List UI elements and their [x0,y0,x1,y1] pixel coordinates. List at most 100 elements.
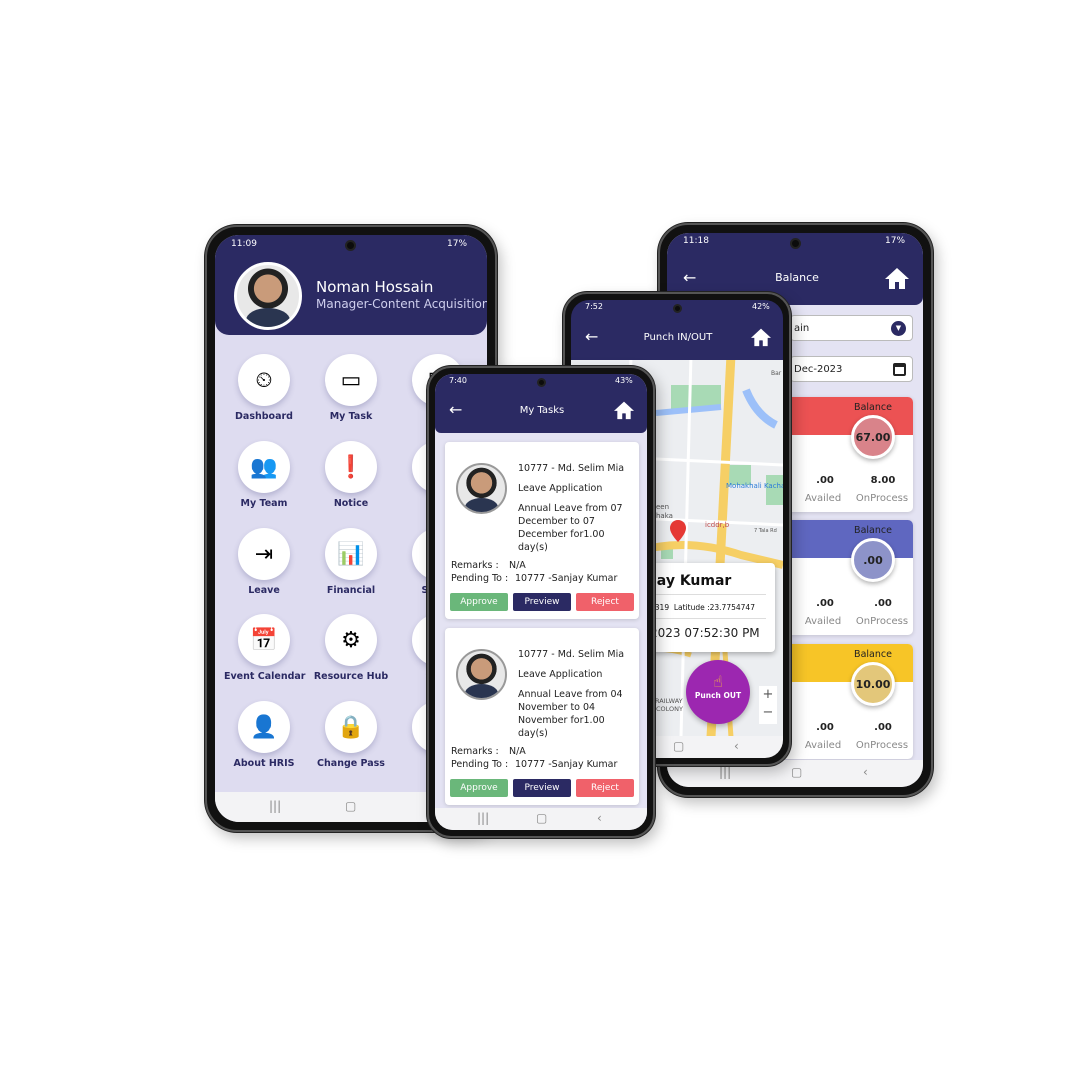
page-title: My Tasks [519,405,565,416]
coordinates: 4319 Latitude :23.7754747 [650,603,755,612]
task-card: 10777 - Md. Selim Mia Leave Application … [445,628,639,805]
onprocess-value: 8.00 [870,475,896,486]
remarks-label: Remarks : [451,560,499,571]
user-title: Manager-Content Acquisition [316,297,490,311]
location-info-card: jay Kumar 4319 Latitude :23.7754747 2023… [640,563,775,652]
team-icon: 👥 [238,441,290,493]
about-person-icon: 👤 [238,701,290,753]
avatar[interactable] [234,262,302,330]
recent-apps-icon[interactable]: ||| [477,811,489,825]
remarks-value: N/A [509,746,526,757]
employee-select[interactable]: ain ▼ [790,315,913,341]
home-icon[interactable] [613,400,635,420]
onprocess-label: OnProcess [855,493,909,504]
reject-button[interactable]: Reject [576,779,634,797]
calendar-icon [893,363,906,376]
home-nav-icon[interactable]: ▢ [536,811,547,825]
leave-exit-icon: ⇥ [238,528,290,580]
padlock-key-icon: 🔒 [325,701,377,753]
date-field[interactable]: Dec-2023 [790,356,913,382]
grid-item-event-calendar[interactable]: 📅 Event Calendar [224,614,306,682]
task-tablet-icon: ▭ [325,354,377,406]
back-nav-icon[interactable]: ‹ [597,811,602,825]
grid-item-label: Change Pass [317,758,385,769]
back-arrow-icon[interactable]: ← [585,329,598,345]
hand-tap-icon: ☝ [713,672,723,691]
balance-label: Balance [854,525,892,536]
financial-icon: 📊 [325,528,377,580]
availed-value: .00 [816,598,834,609]
map-label: Bar [771,370,782,377]
availed-label: Availed [804,740,842,751]
availed-value: .00 [816,475,834,486]
grid-item-my-task[interactable]: ▭ My Task [311,354,391,422]
approve-button[interactable]: Approve [450,593,508,611]
status-time: 7:52 [585,302,603,311]
approve-button[interactable]: Approve [450,779,508,797]
home-nav-icon[interactable]: ▢ [345,799,356,813]
page-title: Balance [775,271,819,284]
grid-item-label: My Task [329,411,373,422]
grid-item-change-pass[interactable]: 🔒 Change Pass [311,701,391,769]
grid-item-label: Notice [333,498,369,509]
home-icon[interactable] [884,266,910,290]
preview-button[interactable]: Preview [513,779,571,797]
map-label: 7 Tala Rd [754,528,777,534]
balance-value: .00 [851,538,895,582]
chevron-down-icon: ▼ [891,321,906,336]
dashboard-gauge-icon: ⏲ [238,354,290,406]
back-nav-icon[interactable]: ‹ [863,765,868,779]
battery-level: 42% [752,302,770,311]
grid-item-dashboard[interactable]: ⏲ Dashboard [224,354,304,422]
home-nav-icon[interactable]: ▢ [791,765,802,779]
remarks-value: N/A [509,560,526,571]
back-arrow-icon[interactable]: ← [449,402,462,418]
task-type: Leave Application [518,483,603,494]
back-nav-icon[interactable]: ‹ [734,739,739,753]
reject-button[interactable]: Reject [576,593,634,611]
recent-apps-icon[interactable]: ||| [269,799,281,813]
grid-item-financial[interactable]: 📊 Financial [311,528,391,596]
punch-out-button[interactable]: ☝ Punch OUT [686,660,750,724]
user-name: Noman Hossain [316,278,434,296]
preview-button[interactable]: Preview [513,593,571,611]
onprocess-label: OnProcess [855,740,909,751]
grid-item-label: Event Calendar [224,671,306,682]
battery-level: 43% [615,376,633,385]
pending-label: Pending To : [451,573,509,584]
onprocess-value: .00 [874,598,892,609]
grid-item-label: Resource Hub [313,671,389,682]
recent-apps-icon[interactable]: ||| [719,765,731,779]
grid-item-label: Dashboard [235,411,293,422]
map-label: RAILWAY [655,697,683,705]
notice-alert-icon: ❗ [325,441,377,493]
task-details: Annual Leave from 07 December to 07 Dece… [518,503,623,553]
avatar [456,649,507,700]
home-nav-icon[interactable]: ▢ [673,739,684,753]
back-arrow-icon[interactable]: ← [683,270,696,286]
grid-item-notice[interactable]: ❗ Notice [311,441,391,509]
status-time: 11:09 [231,239,257,249]
balance-value: 67.00 [851,415,895,459]
pending-value: 10777 -Sanjay Kumar [515,759,618,770]
status-time: 7:40 [449,376,467,385]
map-label: icddr,b [705,521,730,529]
event-calendar-icon: 📅 [238,614,290,666]
availed-label: Availed [804,493,842,504]
home-icon[interactable] [750,327,772,347]
battery-level: 17% [447,239,468,249]
remarks-label: Remarks : [451,746,499,757]
balance-value: 10.00 [851,662,895,706]
grid-item-label: About HRIS [233,758,295,769]
punch-time: 2023 07:52:30 PM [650,626,760,640]
grid-item-my-team[interactable]: 👥 My Team [224,441,304,509]
map-zoom-controls[interactable]: + − [759,686,777,724]
task-employee: 10777 - Md. Selim Mia [518,649,625,660]
task-employee: 10777 - Md. Selim Mia [518,463,625,474]
balance-label: Balance [854,649,892,660]
task-details: Annual Leave from 04 November to 04 Nove… [518,689,623,739]
grid-item-leave[interactable]: ⇥ Leave [224,528,304,596]
pending-value: 10777 -Sanjay Kumar [515,573,618,584]
grid-item-about-hris[interactable]: 👤 About HRIS [224,701,304,769]
grid-item-resource-hub[interactable]: ⚙ Resource Hub [311,614,391,682]
